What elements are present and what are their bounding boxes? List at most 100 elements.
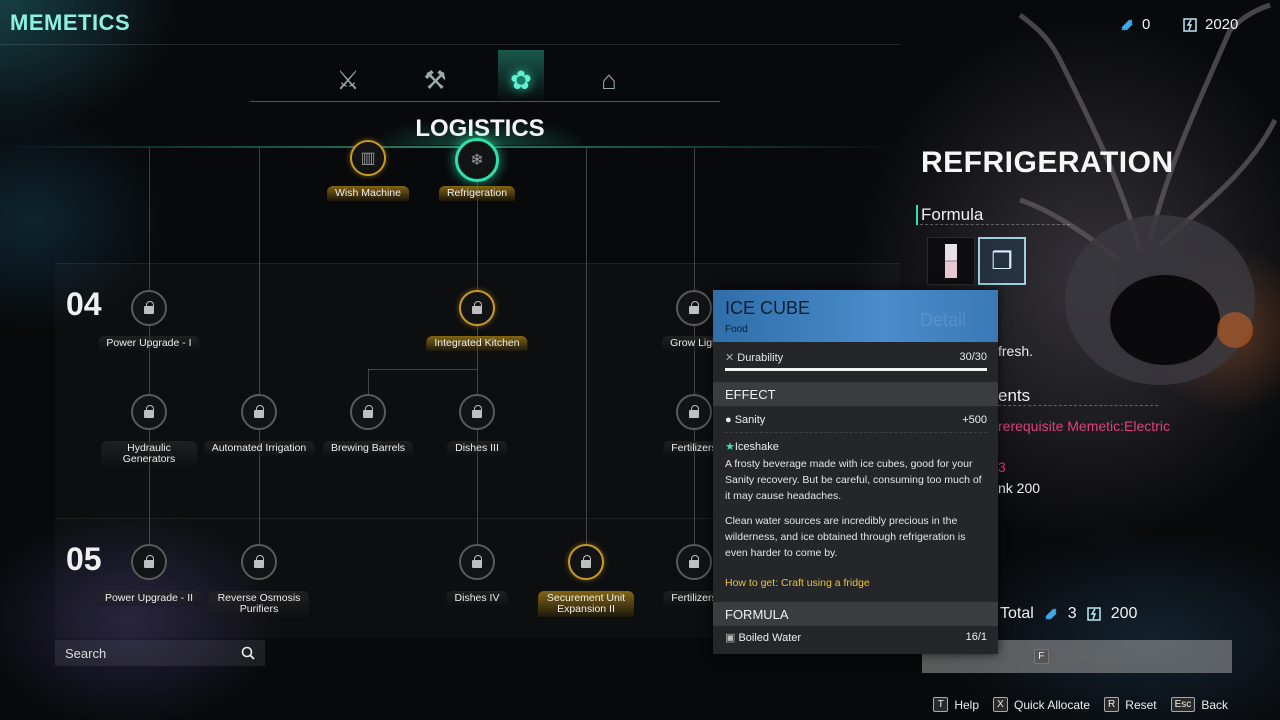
lock-icon <box>254 555 264 568</box>
connector <box>368 369 477 370</box>
tabs-divider <box>250 101 720 102</box>
detail-description: fresh. <box>998 343 1034 359</box>
lock-icon <box>689 301 699 314</box>
durability-row: ✕ Durability 30/30 <box>725 351 987 364</box>
hint-help[interactable]: T Help <box>933 697 979 712</box>
detail-watermark: Detail <box>920 310 967 330</box>
node-automated-irrigation[interactable] <box>241 394 277 430</box>
key-badge: X <box>993 697 1008 712</box>
sanity-label: Sanity <box>734 414 766 426</box>
energy-chips-display: 2020 <box>1183 16 1238 33</box>
sanity-value: +500 <box>962 414 987 426</box>
lock-icon <box>472 555 482 568</box>
energy-chip-icon <box>1086 607 1101 621</box>
node-hydraulic-generators[interactable] <box>131 394 167 430</box>
fridge-icon <box>945 244 957 278</box>
formula-heading: FORMULA <box>713 602 998 626</box>
lock-icon <box>472 405 482 418</box>
memetic-points-display: 0 <box>1120 16 1150 33</box>
requirement-prerequisite: rerequisite Memetic:Electric <box>998 418 1170 434</box>
node-refrigeration[interactable]: ❄ <box>455 138 499 182</box>
requirement-count: 3 <box>998 459 1006 475</box>
creature-illustration <box>1018 2 1278 385</box>
node-wish-machine[interactable]: ▥ <box>350 140 386 176</box>
boiled-water-icon: ▣ <box>725 632 736 644</box>
hint-reset[interactable]: R Reset <box>1104 697 1157 712</box>
confirm-key: F <box>1033 649 1049 664</box>
node-securement-unit-expansion-2[interactable] <box>568 544 604 580</box>
tab-building[interactable]: ⌂ <box>589 60 629 100</box>
wish-machine-icon: ▥ <box>360 150 376 167</box>
total-cost: Total 3 200 <box>1000 605 1137 623</box>
lock-icon <box>144 301 154 314</box>
buff-name-row: ★Iceshake <box>725 440 779 453</box>
node-power-upgrade-1[interactable] <box>131 290 167 326</box>
effect-heading: EFFECT <box>713 382 998 406</box>
tab-logistics[interactable]: ✿ <box>501 60 541 100</box>
node-label: Automated Irrigation <box>203 441 315 456</box>
node-label: Refrigeration <box>438 186 516 201</box>
hint-label: Quick Allocate <box>1014 697 1091 712</box>
node-grow-lights[interactable] <box>676 290 712 326</box>
item-name: ICE CUBE <box>725 298 811 318</box>
search-input[interactable]: Search <box>55 640 265 666</box>
node-brewing-barrels[interactable] <box>350 394 386 430</box>
refrigeration-icon: ❄ <box>470 152 484 169</box>
tree-top-divider <box>0 146 900 148</box>
formula-slot-fridge[interactable] <box>927 237 975 285</box>
key-hints: T Help X Quick Allocate R Reset Esc Back <box>933 697 1228 712</box>
node-dishes-3[interactable] <box>459 394 495 430</box>
lock-icon <box>363 405 373 418</box>
key-badge: T <box>933 697 949 712</box>
node-dishes-4[interactable] <box>459 544 495 580</box>
lock-icon <box>472 301 482 314</box>
node-fertilizers-2[interactable] <box>676 544 712 580</box>
tooltip-header: ICE CUBE Food Detail <box>713 290 998 342</box>
connector <box>149 148 150 578</box>
weapon-icon: ⚔ <box>336 64 360 95</box>
app-title: MEMETICS <box>10 10 131 35</box>
tree-icon: ✿ <box>510 64 532 95</box>
search-icon[interactable] <box>241 646 255 660</box>
ingredient-name: Boiled Water <box>738 632 802 644</box>
key-badge: R <box>1104 697 1120 712</box>
node-label: Hydraulic Generators <box>101 441 197 467</box>
requirements-heading: ents <box>998 386 1031 405</box>
lock-icon <box>689 405 699 418</box>
node-fertilizers[interactable] <box>676 394 712 430</box>
workbench-icon: ⚒ <box>423 64 447 95</box>
brain-icon: ● <box>725 414 732 426</box>
hint-label: Reset <box>1125 697 1157 712</box>
hint-back[interactable]: Esc Back <box>1170 697 1228 712</box>
formula-ingredient-row: ▣ Boiled Water 16/1 <box>725 631 987 644</box>
tier-number: 04 <box>66 286 102 322</box>
key-badge: Esc <box>1170 697 1196 712</box>
tab-combat[interactable]: ⚔ <box>328 60 368 100</box>
search-placeholder: Search <box>65 645 107 661</box>
node-integrated-kitchen[interactable] <box>459 290 495 326</box>
detail-title: REFRIGERATION <box>921 146 1174 179</box>
tab-crafting[interactable]: ⚒ <box>415 60 455 100</box>
hint-quick-allocate[interactable]: X Quick Allocate <box>993 697 1090 712</box>
divider <box>998 405 1158 406</box>
node-reverse-osmosis-purifiers[interactable] <box>241 544 277 580</box>
requirement-rank: nk 200 <box>998 480 1041 496</box>
energy-chip-icon <box>1183 17 1197 32</box>
node-power-upgrade-2[interactable] <box>131 544 167 580</box>
connector <box>259 148 260 578</box>
node-label: Brewing Barrels <box>322 441 414 456</box>
header-divider <box>0 44 900 45</box>
wrench-icon: ✕ <box>725 352 735 364</box>
formula-slot-ice-cube[interactable]: ❒ <box>978 237 1026 285</box>
node-label: Power Upgrade - II <box>96 591 202 606</box>
node-label: Integrated Kitchen <box>426 336 528 351</box>
star-icon: ★ <box>725 441 735 453</box>
node-label: Wish Machine <box>327 186 409 201</box>
ingredient-qty: 16/1 <box>965 631 987 643</box>
memetic-point-icon <box>1121 18 1133 31</box>
node-label: Power Upgrade - I <box>98 336 200 351</box>
lock-icon <box>581 555 591 568</box>
item-type: Food <box>725 324 748 335</box>
lock-icon <box>144 405 154 418</box>
total-points: 3 <box>1067 605 1077 622</box>
